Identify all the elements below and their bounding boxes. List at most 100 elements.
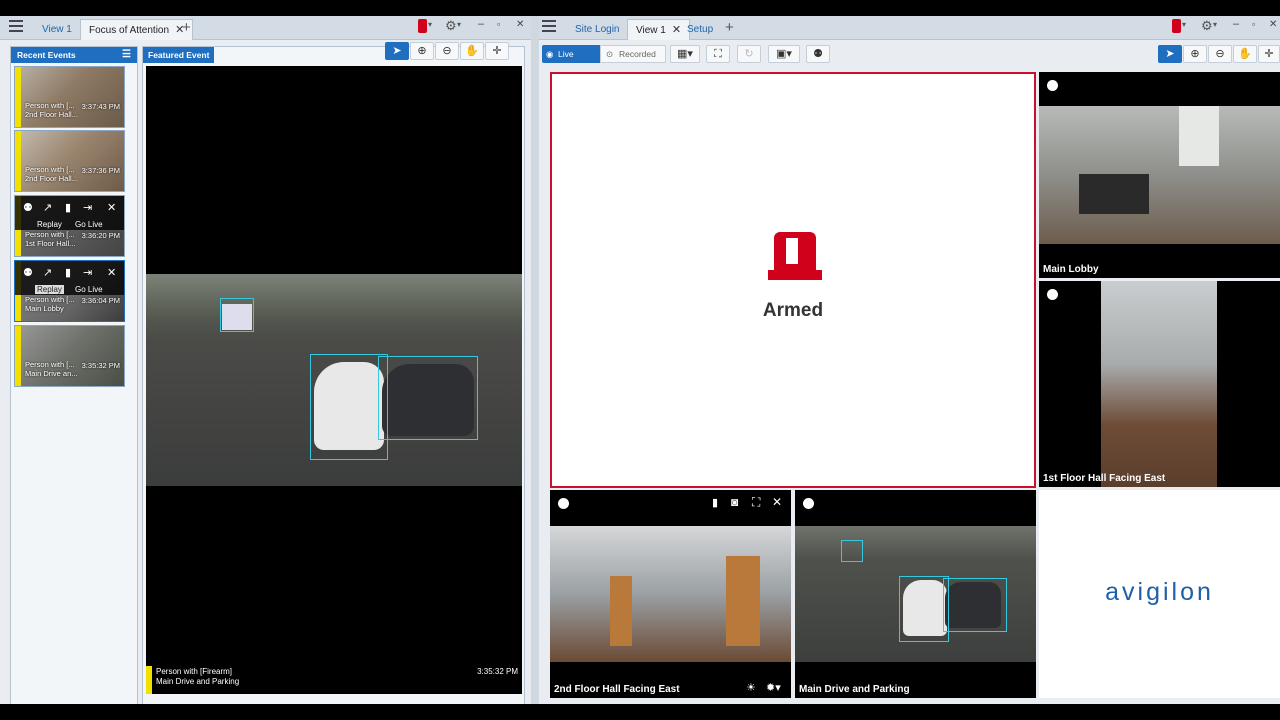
tab-focus-of-attention[interactable]: Focus of Attention ✕: [80, 19, 194, 40]
detection-box: [378, 356, 478, 440]
bookmark-icon[interactable]: ▮: [65, 201, 71, 214]
top-black-border: [0, 0, 1280, 16]
featured-event-header: Featured Event: [143, 47, 215, 63]
close-window-icon[interactable]: ✕: [516, 19, 524, 30]
event-thumbnail[interactable]: 3:37:43 PM Person with [... 2nd Floor Hal…: [14, 66, 125, 128]
sun-icon[interactable]: ☀: [746, 681, 756, 694]
recorded-label: Recorded: [619, 49, 656, 59]
user-icon[interactable]: ⚉: [23, 201, 33, 214]
minimize-icon[interactable]: –: [478, 18, 484, 30]
camera-label: 2nd Floor Hall Facing East: [554, 684, 680, 695]
camera-label: Main Lobby: [1043, 264, 1099, 275]
tab-setup[interactable]: Setup: [679, 19, 721, 40]
close-window-icon[interactable]: ✕: [1269, 19, 1277, 30]
record-indicator-icon: [803, 498, 814, 509]
zoom-out-icon[interactable]: ⊖: [1208, 45, 1232, 63]
lobby-video-frame: [1039, 106, 1280, 244]
event-label: Person with [...: [25, 360, 75, 369]
maximize-icon[interactable]: ▫: [1252, 19, 1255, 29]
save-icon[interactable]: ▣▾: [768, 45, 800, 63]
add-tab-icon[interactable]: +: [182, 19, 191, 36]
event-label: Person with [...: [25, 295, 75, 304]
tab-label: Focus of Attention: [89, 25, 170, 36]
user-icon[interactable]: ⚉: [806, 45, 830, 63]
minimize-icon[interactable]: –: [1233, 18, 1239, 30]
gear-icon[interactable]: ⚙: [1201, 18, 1213, 34]
tab-site-login[interactable]: Site Login: [567, 19, 627, 40]
chevron-down-icon[interactable]: ▾: [1182, 20, 1186, 29]
close-icon[interactable]: ✕: [772, 495, 782, 509]
event-severity-bar: [15, 67, 21, 127]
camera-snapshot-icon[interactable]: ◙: [731, 495, 738, 509]
event-thumbnail[interactable]: 3:35:32 PM Person with [... Main Drive an…: [14, 325, 125, 387]
alarm-armed-tile[interactable]: Armed: [550, 72, 1036, 488]
armed-status-label: Armed: [762, 300, 824, 321]
chevron-down-icon[interactable]: ▾: [457, 20, 461, 29]
chevron-down-icon[interactable]: ▾: [428, 20, 432, 29]
digital-ptz-icon[interactable]: ✛: [485, 42, 509, 60]
camera-label: 1st Floor Hall Facing East: [1043, 473, 1166, 484]
featured-event-time: 3:35:32 PM: [477, 667, 518, 676]
maximize-icon[interactable]: ▫: [497, 19, 500, 29]
live-button[interactable]: ◉ Live: [542, 45, 600, 63]
event-location: Main Drive an...: [25, 369, 78, 378]
window-divider[interactable]: [531, 16, 539, 704]
replay-button[interactable]: Replay: [35, 285, 64, 294]
event-thumbnail[interactable]: 3:36:04 PM Person with [... Main Lobby ⚉ …: [14, 260, 125, 322]
bookmark-icon[interactable]: ▮: [65, 266, 71, 279]
detection-box: [220, 298, 254, 332]
alarm-icon[interactable]: [1172, 19, 1181, 33]
door: [726, 556, 760, 646]
camera-tile-2nd-floor-hall[interactable]: ▮ ◙ ⛶ ✕ ☀ ✹▾ 2nd Floor Hall Facing East: [550, 490, 791, 698]
camera-tile-1st-floor-hall[interactable]: 1st Floor Hall Facing East: [1039, 281, 1280, 487]
bookmark-icon[interactable]: ▮: [712, 496, 718, 509]
export-icon[interactable]: ↗: [43, 201, 52, 214]
featured-event-location: Main Drive and Parking: [156, 677, 240, 686]
event-location: 2nd Floor Hall...: [25, 110, 78, 119]
zoom-out-icon[interactable]: ⊖: [435, 42, 459, 60]
menu-icon[interactable]: [9, 20, 23, 32]
recorded-button[interactable]: ⊙ Recorded: [600, 45, 666, 63]
camera-tile-main-drive[interactable]: Main Drive and Parking: [795, 490, 1036, 698]
alarm-icon[interactable]: [418, 19, 427, 33]
go-live-button[interactable]: Go Live: [75, 285, 103, 294]
add-tab-icon[interactable]: +: [725, 19, 734, 36]
chevron-down-icon[interactable]: ▾: [1213, 20, 1217, 29]
brightness-icon[interactable]: ✹▾: [766, 681, 781, 694]
featured-video[interactable]: Person with [Firearm] Main Drive and Par…: [146, 66, 522, 694]
replay-button[interactable]: Replay: [37, 220, 62, 229]
left-window: View 1 Focus of Attention ✕ + ▾ ⚙ ▾ – ▫ ✕…: [0, 16, 531, 710]
export-icon[interactable]: ↗: [43, 266, 52, 279]
record-indicator-icon: [558, 498, 569, 509]
event-text: Person with [... 1st Floor Hall...: [25, 230, 75, 248]
tab-label: Site Login: [575, 24, 620, 35]
camera-tile-main-lobby[interactable]: Main Lobby: [1039, 72, 1280, 278]
digital-ptz-icon[interactable]: ✛: [1258, 45, 1280, 63]
filter-icon[interactable]: ☰: [122, 47, 131, 63]
pointer-tool-button[interactable]: ➤: [1158, 45, 1182, 63]
menu-icon[interactable]: [542, 20, 556, 32]
fullscreen-icon[interactable]: ⛶: [706, 45, 730, 63]
hall-video-frame: [550, 526, 791, 662]
user-icon[interactable]: ⚉: [23, 266, 33, 279]
tab-view-1[interactable]: View 1: [34, 19, 80, 40]
live-label: Live: [558, 49, 574, 59]
close-icon[interactable]: ✕: [107, 266, 116, 279]
fullscreen-icon[interactable]: ⛶: [752, 495, 760, 510]
close-icon[interactable]: ✕: [107, 201, 116, 214]
event-thumbnail[interactable]: 3:36:20 PM Person with [... 1st Floor Hal…: [14, 195, 125, 257]
go-live-icon[interactable]: ⇥: [83, 266, 92, 279]
go-live-button[interactable]: Go Live: [75, 220, 103, 229]
pan-hand-icon[interactable]: ✋: [460, 42, 484, 60]
layout-icon[interactable]: ▦▾: [670, 45, 700, 63]
refresh-icon[interactable]: ↻: [737, 45, 761, 63]
zoom-in-icon[interactable]: ⊕: [410, 42, 434, 60]
pointer-tool-button[interactable]: ➤: [385, 42, 409, 60]
gear-icon[interactable]: ⚙: [445, 18, 457, 34]
event-thumbnail[interactable]: 3:37:36 PM Person with [... 2nd Floor Hal…: [14, 130, 125, 192]
event-label: Person with [...: [25, 101, 75, 110]
event-label: Person with [...: [25, 165, 75, 174]
go-live-icon[interactable]: ⇥: [83, 201, 92, 214]
zoom-in-icon[interactable]: ⊕: [1183, 45, 1207, 63]
pan-hand-icon[interactable]: ✋: [1233, 45, 1257, 63]
